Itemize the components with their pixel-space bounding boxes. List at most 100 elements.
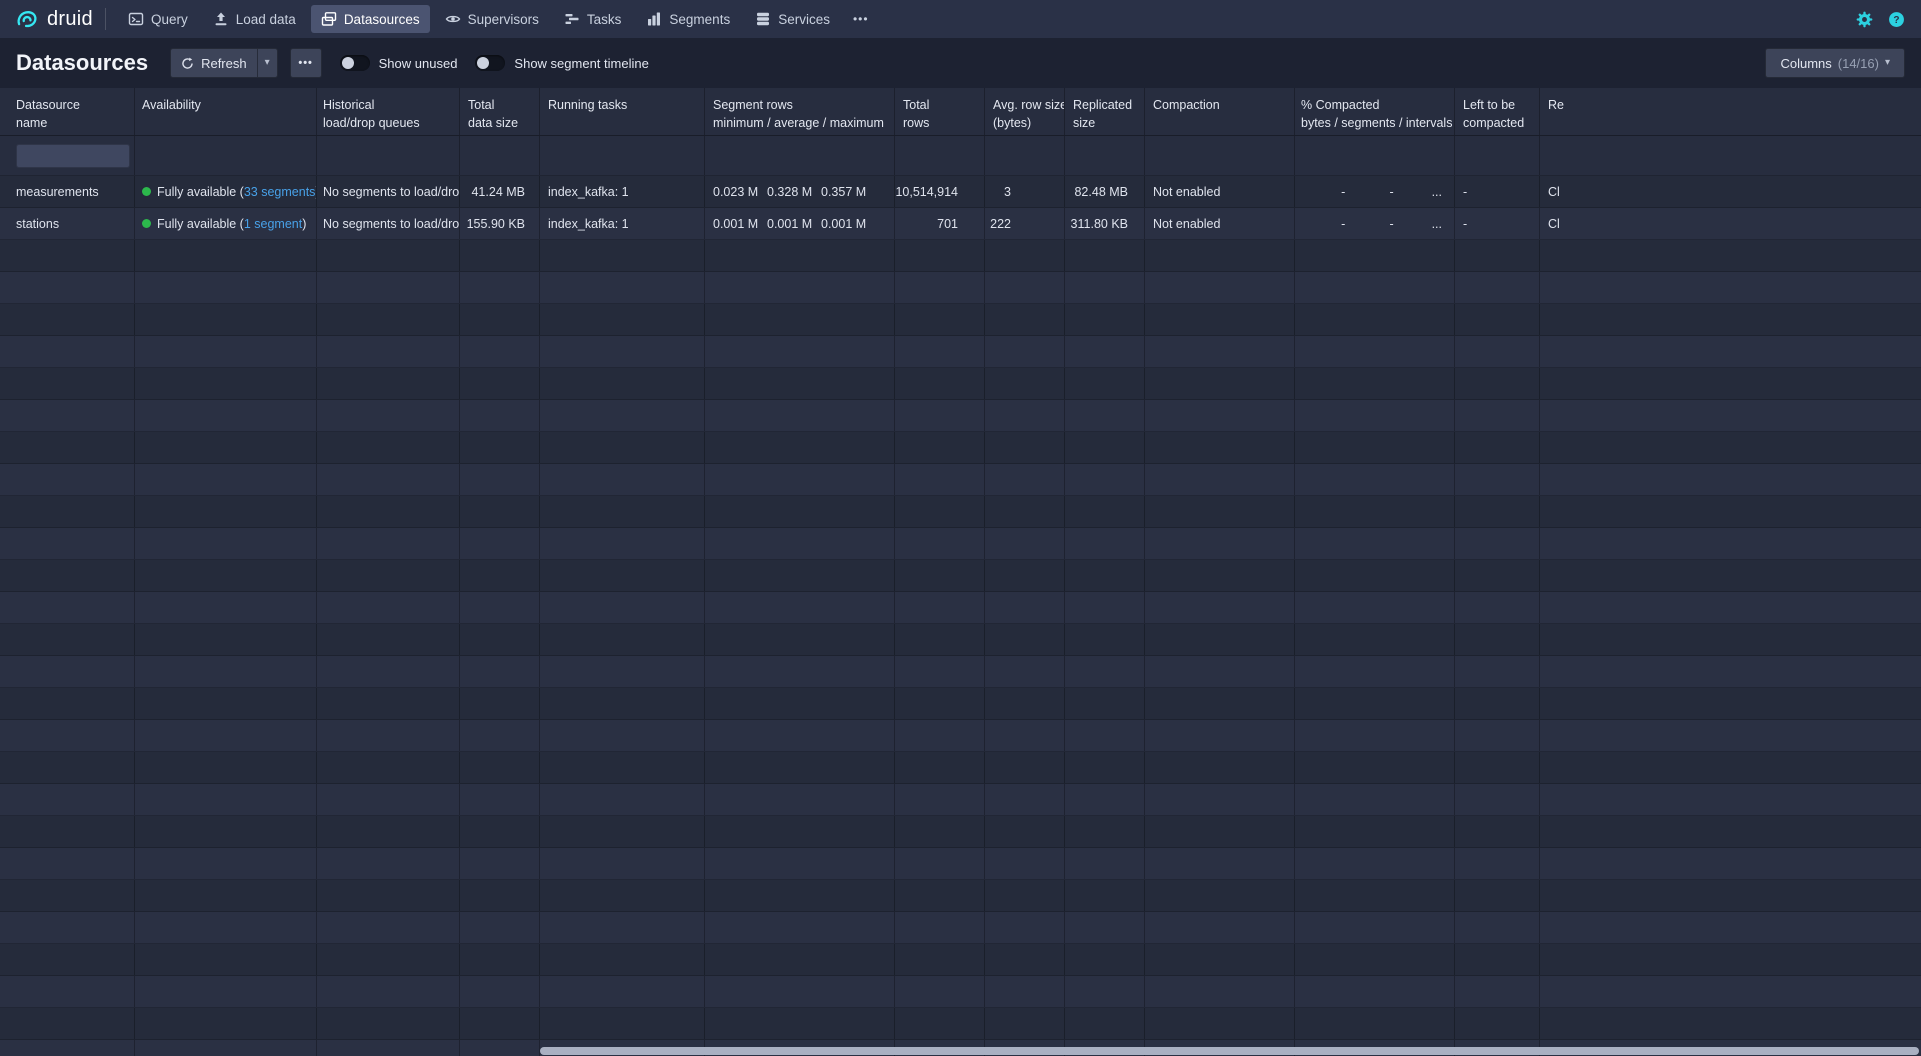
empty-cell	[1145, 240, 1295, 271]
nav-item-segments[interactable]: Segments	[636, 5, 740, 33]
druid-logo[interactable]: druid	[14, 6, 93, 32]
horizontal-scrollbar-thumb[interactable]	[540, 1047, 1919, 1055]
show-unused-toggle[interactable]: Show unused	[340, 55, 458, 71]
empty-cell	[1145, 944, 1295, 975]
nav-items: Query Load data Datasources Supervisors	[118, 5, 877, 33]
compaction-cell: Not enabled	[1145, 208, 1295, 239]
empty-cell	[1295, 304, 1455, 335]
nav-item-load-data[interactable]: Load data	[203, 5, 306, 33]
help-button[interactable]: ?	[1888, 11, 1905, 28]
empty-cell	[0, 560, 135, 591]
column-header-total-rows[interactable]: Totalrows	[895, 88, 985, 135]
empty-cell	[985, 944, 1065, 975]
empty-cell	[317, 944, 460, 975]
empty-cell	[1295, 432, 1455, 463]
empty-row	[0, 1008, 1921, 1040]
refresh-dropdown-button[interactable]: ▾	[257, 49, 277, 77]
nav-item-services[interactable]: Services	[745, 5, 840, 33]
replicated-size-cell: 311.80 KB	[1065, 208, 1145, 239]
column-header-datasource-name[interactable]: Datasourcename	[0, 88, 135, 135]
empty-cell	[1455, 368, 1540, 399]
empty-cell	[1540, 560, 1921, 591]
table-row-measurements[interactable]: measurements Fully available (33 segment…	[0, 176, 1921, 208]
column-header-total-data-size[interactable]: Totaldata size	[460, 88, 540, 135]
empty-cell	[460, 784, 540, 815]
horizontal-scrollbar[interactable]	[0, 1046, 1921, 1056]
more-actions-button[interactable]: •••	[290, 48, 322, 78]
column-header-retention[interactable]: Re	[1540, 88, 1921, 135]
empty-cell	[705, 752, 895, 783]
empty-cell	[460, 592, 540, 623]
segments-link[interactable]: 1 segment	[244, 217, 302, 231]
empty-cell	[985, 848, 1065, 879]
filter-cell	[705, 136, 895, 175]
empty-cell	[985, 368, 1065, 399]
segments-link[interactable]: 33 segments	[244, 185, 316, 199]
empty-cell	[1295, 720, 1455, 751]
empty-cell	[1455, 496, 1540, 527]
columns-dropdown-button[interactable]: Columns (14/16) ▾	[1765, 48, 1905, 78]
datasource-name-filter-input[interactable]	[16, 144, 130, 168]
empty-cell	[0, 720, 135, 751]
column-header-compaction[interactable]: Compaction	[1145, 88, 1295, 135]
empty-cell	[985, 752, 1065, 783]
empty-cell	[1295, 1008, 1455, 1039]
empty-row	[0, 496, 1921, 528]
column-header-running-tasks[interactable]: Running tasks	[540, 88, 705, 135]
column-header-segment-rows[interactable]: Segment rowsminimum / average / maximum	[705, 88, 895, 135]
empty-cell	[540, 848, 705, 879]
segment-rows-cell: 0.001 M0.001 M0.001 M	[705, 208, 895, 239]
empty-cell	[895, 272, 985, 303]
brand-name: druid	[47, 9, 93, 29]
empty-cell	[1540, 624, 1921, 655]
empty-cell	[1455, 752, 1540, 783]
empty-cell	[0, 496, 135, 527]
empty-row	[0, 432, 1921, 464]
empty-cell	[1065, 656, 1145, 687]
column-header-replicated-size[interactable]: Replicatedsize	[1065, 88, 1145, 135]
empty-cell	[895, 560, 985, 591]
empty-cell	[1295, 464, 1455, 495]
empty-cell	[460, 848, 540, 879]
column-header-pct-compacted[interactable]: % Compactedbytes / segments / intervals	[1295, 88, 1455, 135]
empty-cell	[1295, 688, 1455, 719]
empty-cell	[985, 560, 1065, 591]
refresh-button[interactable]: Refresh	[171, 49, 257, 77]
empty-cell	[1295, 944, 1455, 975]
empty-cell	[460, 688, 540, 719]
toggle-label: Show segment timeline	[514, 56, 648, 71]
empty-cell	[705, 720, 895, 751]
empty-cell	[705, 432, 895, 463]
column-header-avg-row-size[interactable]: Avg. row size(bytes)	[985, 88, 1065, 135]
toggle-switch[interactable]	[340, 55, 370, 71]
empty-cell	[540, 656, 705, 687]
show-segment-timeline-toggle[interactable]: Show segment timeline	[475, 55, 648, 71]
nav-item-datasources[interactable]: Datasources	[311, 5, 430, 33]
nav-item-query[interactable]: Query	[118, 5, 198, 33]
column-header-left-to-be-compacted[interactable]: Left to becompacted	[1455, 88, 1540, 135]
empty-cell	[985, 784, 1065, 815]
empty-cell	[0, 400, 135, 431]
empty-cell	[0, 592, 135, 623]
empty-cell	[317, 848, 460, 879]
total-data-size-cell: 41.24 MB	[460, 176, 540, 207]
empty-cell	[1145, 656, 1295, 687]
column-header-availability[interactable]: Availability	[135, 88, 317, 135]
status-dot	[142, 219, 151, 228]
empty-cell	[1065, 592, 1145, 623]
empty-cell	[1145, 752, 1295, 783]
nav-item-supervisors[interactable]: Supervisors	[435, 5, 549, 33]
empty-cell	[1145, 432, 1295, 463]
settings-gear-button[interactable]	[1856, 11, 1873, 28]
empty-cell	[1295, 656, 1455, 687]
empty-cell	[317, 528, 460, 559]
nav-more-button[interactable]: •••	[845, 6, 877, 32]
nav-item-tasks[interactable]: Tasks	[554, 5, 632, 33]
empty-row	[0, 976, 1921, 1008]
empty-row	[0, 816, 1921, 848]
empty-cell	[895, 624, 985, 655]
table-row-stations[interactable]: stations Fully available (1 segment) No …	[0, 208, 1921, 240]
toggle-switch[interactable]	[475, 55, 505, 71]
empty-cell	[1145, 976, 1295, 1007]
column-header-load-drop-queues[interactable]: Historicalload/drop queues	[317, 88, 460, 135]
